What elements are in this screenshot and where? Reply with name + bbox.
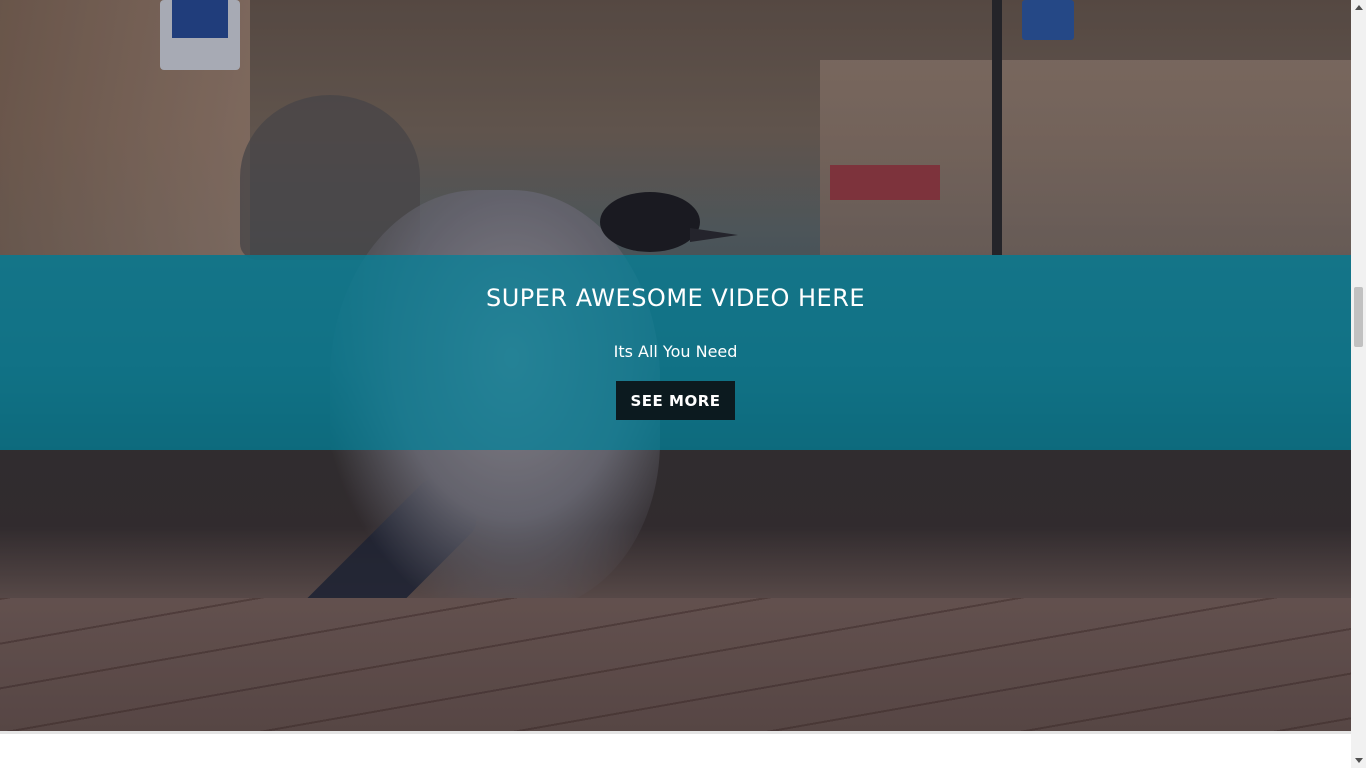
banner-title: SUPER AWESOME VIDEO HERE	[485, 284, 866, 312]
next-section	[0, 731, 1351, 768]
scroll-down-arrow-icon[interactable]	[1351, 753, 1366, 768]
vertical-scrollbar[interactable]	[1351, 0, 1366, 768]
scrollbar-thumb[interactable]	[1354, 287, 1363, 347]
scroll-up-arrow-icon[interactable]	[1351, 0, 1366, 15]
see-more-button[interactable]: SEE MORE	[616, 381, 735, 420]
banner-subtitle: Its All You Need	[613, 342, 738, 361]
